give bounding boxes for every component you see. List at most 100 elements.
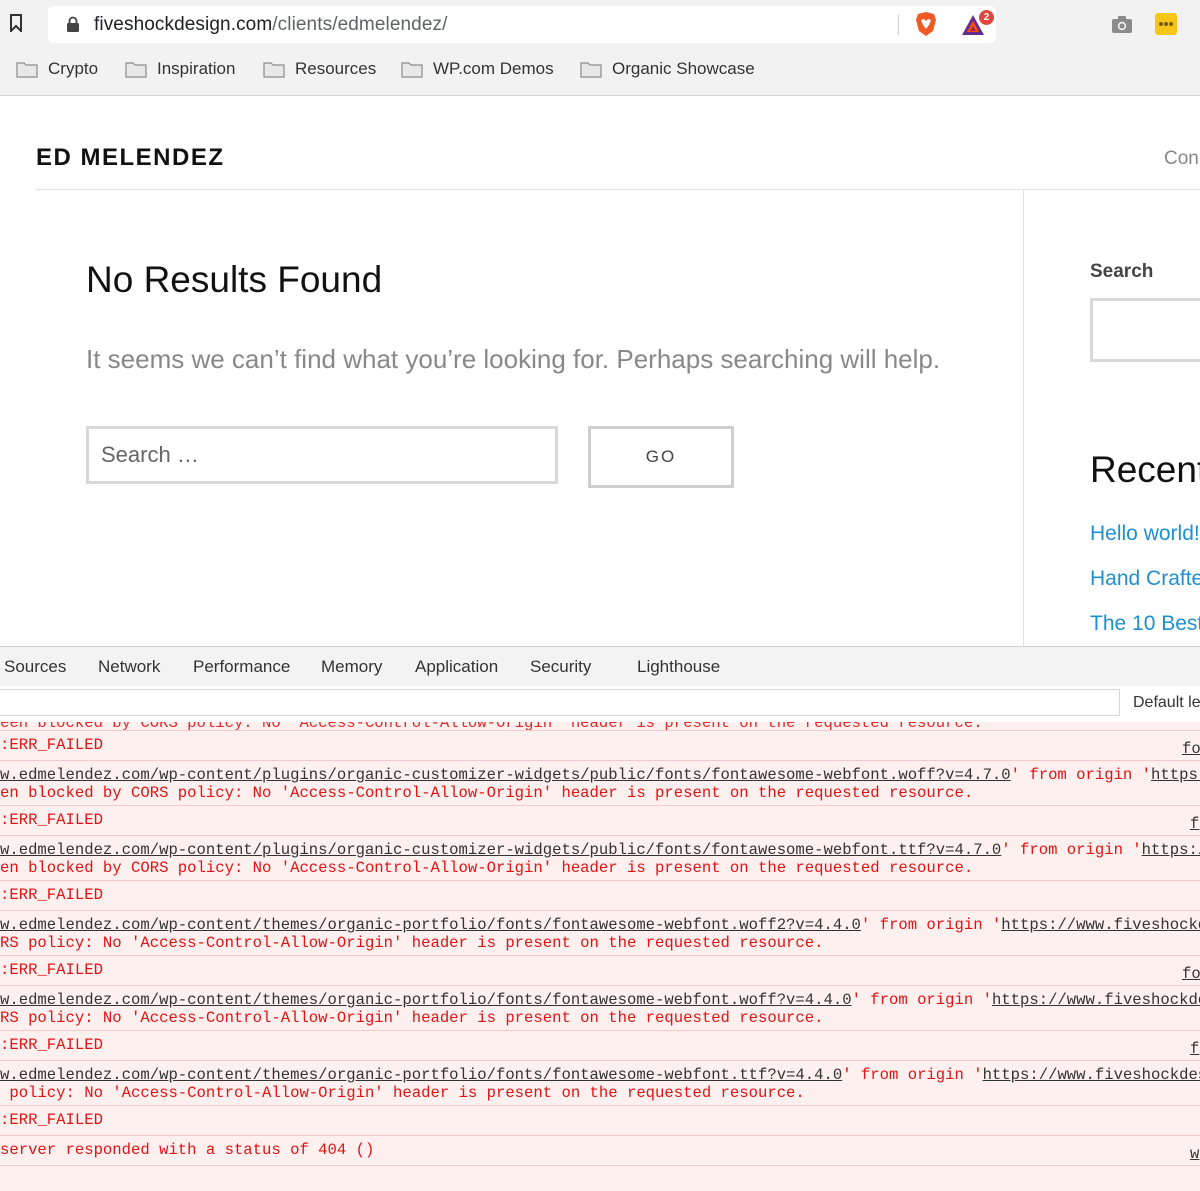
bookmark-inspiration[interactable]: Inspiration [125,55,235,83]
origin-url[interactable]: https://www.fiveshockdesig [992,991,1200,1009]
devtools-tabbar: Sources Network Performance Memory Appli… [0,646,1200,687]
bookmark-label: WP.com Demos [433,59,554,78]
row-divider [0,1105,1200,1106]
brave-shields-icon[interactable] [914,11,938,37]
lock-icon[interactable] [66,16,80,33]
bookmark-label: Crypto [48,59,99,78]
console-message: w.edmelendez.com/wp-content/plugins/orga… [0,841,1200,859]
source-link[interactable]: fo [1182,740,1200,758]
tab-lighthouse[interactable]: Lighthouse [637,657,720,677]
source-link[interactable]: f [1190,1040,1199,1058]
source-link[interactable]: fo [1182,965,1200,983]
origin-url[interactable]: https://www.fiveshockdesign [983,1066,1200,1084]
recent-post-link[interactable]: The 10 Best [1090,612,1200,636]
console-error: :ERR_FAILED [0,886,103,904]
bookmark-icon[interactable] [10,14,22,32]
rewards-badge: 2 [979,10,994,25]
no-results-message: It seems we can’t find what you’re looki… [86,344,941,374]
row-divider [0,805,1200,806]
tab-network[interactable]: Network [98,657,160,677]
console-error: :ERR_FAILED [0,961,103,979]
resource-url[interactable]: w.edmelendez.com/wp-content/themes/organ… [0,991,852,1009]
bookmark-organic-showcase[interactable]: Organic Showcase [580,55,755,83]
console-message: RS policy: No 'Access-Control-Allow-Orig… [0,1009,824,1027]
origin-text: ' from origin ' [851,991,992,1009]
row-divider [0,1030,1200,1031]
tab-security[interactable]: Security [530,657,591,677]
folder-icon [580,61,602,78]
url-text[interactable]: fiveshockdesign.com/clients/edmelendez/ [94,14,447,36]
origin-text: ' from origin ' [842,1066,983,1084]
sidebar-search-input[interactable] [1090,298,1200,362]
origin-url[interactable]: https://ww [1142,841,1200,859]
resource-url[interactable]: w.edmelendez.com/wp-content/plugins/orga… [0,766,1011,784]
row-divider [0,760,1200,761]
folder-icon [263,61,285,78]
console-error: :ERR_FAILED [0,1036,103,1054]
console-message: RS policy: No 'Access-Control-Allow-Orig… [0,934,824,952]
tab-performance[interactable]: Performance [193,657,290,677]
console-message: en blocked by CORS policy: No 'Access-Co… [0,859,974,877]
url-host: fiveshockdesign.com [94,14,273,35]
resource-url[interactable]: w.edmelendez.com/wp-content/themes/organ… [0,916,861,934]
row-divider [0,1060,1200,1061]
bookmark-label: Resources [295,59,377,78]
url-path: /clients/edmelendez/ [272,14,448,35]
recent-posts-title: Recent [1090,449,1200,490]
tab-memory[interactable]: Memory [321,657,382,677]
sidebar-divider [1023,190,1024,646]
origin-url[interactable]: https://w [1151,766,1200,784]
console-message: policy: No 'Access-Control-Allow-Origin'… [0,1084,805,1102]
tab-application[interactable]: Application [415,657,498,677]
web-page: ED MELENDEZ Con No Results Found It seem… [0,96,1200,646]
console-filter-input[interactable] [0,689,1120,716]
source-link[interactable]: f [1190,815,1199,833]
go-button[interactable]: GO [588,426,734,488]
bookmarks-bar: Crypto Inspiration Resources WP.com Demo… [0,55,1200,83]
origin-url[interactable]: https://www.fiveshockdesi [1001,916,1200,934]
tab-sources[interactable]: Sources [4,657,66,677]
console-message: w.edmelendez.com/wp-content/plugins/orga… [0,766,1200,784]
row-divider [0,955,1200,956]
console-error: :ERR_FAILED [0,811,103,829]
extension-icon[interactable] [1155,13,1177,35]
resource-url[interactable]: w.edmelendez.com/wp-content/themes/organ… [0,1066,842,1084]
log-levels-dropdown[interactable]: Default le [1133,694,1200,712]
bookmark-wp-demos[interactable]: WP.com Demos [401,55,554,83]
address-bar[interactable]: fiveshockdesign.com/clients/edmelendez/ … [48,6,996,43]
resource-url[interactable]: w.edmelendez.com/wp-content/plugins/orga… [0,841,1001,859]
console-message: en blocked by CORS policy: No 'Access-Co… [0,784,974,802]
recent-post-link[interactable]: Hand Crafted [1090,567,1200,591]
console-log: een blocked by CORS policy: No 'Access-C… [0,722,1200,1191]
console-message: w.edmelendez.com/wp-content/themes/organ… [0,991,1200,1009]
row-divider [0,730,1200,731]
site-title[interactable]: ED MELENDEZ [36,144,225,172]
row-divider [0,910,1200,911]
console-message: w.edmelendez.com/wp-content/themes/organ… [0,916,1200,934]
bookmark-resources[interactable]: Resources [263,55,376,83]
row-divider [0,985,1200,986]
camera-icon[interactable] [1111,14,1133,34]
console-message: server responded with a status of 404 () [0,1141,375,1159]
folder-icon [125,61,147,78]
row-divider [0,1165,1200,1166]
nav-menu-item[interactable]: Con [1164,148,1199,170]
bookmark-crypto[interactable]: Crypto [16,55,98,83]
page-title: No Results Found [86,259,383,300]
console-message: w.edmelendez.com/wp-content/themes/organ… [0,1066,1200,1084]
sidebar-search-title: Search [1090,261,1154,282]
source-link[interactable]: w [1190,1145,1199,1163]
row-divider [0,835,1200,836]
folder-icon [401,61,423,78]
console-error: :ERR_FAILED [0,1111,103,1129]
origin-text: ' from origin ' [860,916,1002,934]
search-input[interactable] [86,426,558,484]
header-divider [36,189,1200,190]
origin-text: ' from origin ' [1001,841,1142,859]
folder-icon [16,61,38,78]
browser-chrome: fiveshockdesign.com/clients/edmelendez/ … [0,0,1200,96]
console-error: :ERR_FAILED [0,736,103,754]
bookmark-label: Organic Showcase [612,59,755,78]
row-divider [0,1135,1200,1136]
recent-post-link[interactable]: Hello world! [1090,522,1200,546]
